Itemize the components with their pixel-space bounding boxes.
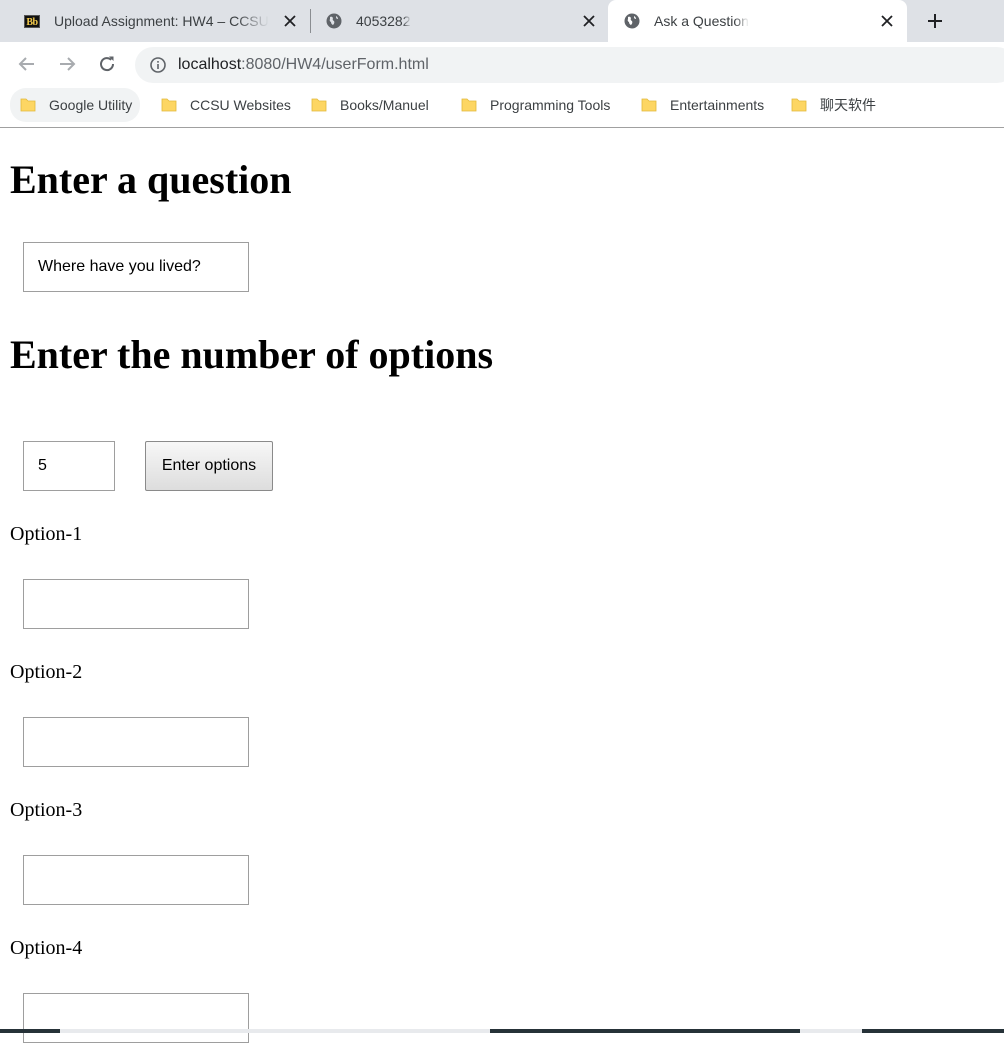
folder-icon bbox=[791, 97, 807, 113]
close-icon[interactable] bbox=[579, 11, 599, 31]
strip-segment bbox=[0, 1029, 60, 1033]
close-icon[interactable] bbox=[280, 11, 300, 31]
bookmark-google-utility[interactable]: Google Utility bbox=[10, 88, 141, 122]
strip-segment bbox=[862, 1029, 1004, 1033]
new-tab-plus-icon[interactable] bbox=[922, 8, 948, 34]
folder-icon bbox=[641, 97, 657, 113]
bookmark-label: Programming Tools bbox=[490, 97, 611, 113]
back-arrow-icon[interactable] bbox=[13, 50, 41, 78]
bookmark-chat-software[interactable]: 聊天软件 bbox=[781, 88, 884, 122]
strip-segment bbox=[490, 1029, 800, 1033]
option-label: Option-2 bbox=[10, 661, 83, 683]
globe-icon bbox=[624, 13, 640, 29]
info-icon[interactable] bbox=[149, 56, 167, 74]
option-input-3[interactable] bbox=[23, 855, 249, 905]
folder-icon bbox=[161, 97, 177, 113]
folder-icon bbox=[20, 97, 36, 113]
tab-separator bbox=[310, 9, 311, 33]
url-host: localhost bbox=[178, 56, 242, 73]
close-icon[interactable] bbox=[877, 11, 897, 31]
reload-icon[interactable] bbox=[93, 50, 121, 78]
folder-icon bbox=[461, 97, 477, 113]
options-count-input[interactable] bbox=[23, 441, 115, 491]
address-bar[interactable]: localhost:8080/HW4/userForm.html bbox=[135, 47, 1004, 83]
bookmark-books-manuel[interactable]: Books/Manuel bbox=[301, 88, 437, 122]
blackboard-icon: Bb bbox=[24, 13, 40, 29]
bookmark-label: Google Utility bbox=[49, 97, 133, 113]
question-heading: Enter a question bbox=[10, 157, 292, 202]
option-label: Option-1 bbox=[10, 523, 83, 545]
bottom-edge-strip bbox=[0, 1029, 1004, 1033]
tab-upload-assignment[interactable]: Bb Upload Assignment: HW4 – CCSU bbox=[14, 0, 314, 42]
url-path: :8080/HW4/userForm.html bbox=[241, 56, 429, 73]
bookmark-label: Books/Manuel bbox=[340, 97, 429, 113]
bookmark-ccsu-websites[interactable]: CCSU Websites bbox=[151, 88, 299, 122]
option-input-4[interactable] bbox=[23, 993, 249, 1043]
option-label: Option-4 bbox=[10, 937, 83, 959]
folder-icon bbox=[311, 97, 327, 113]
tab-4053282[interactable]: 4053282 bbox=[316, 0, 616, 42]
option-label: Option-3 bbox=[10, 799, 83, 821]
bookmarks-bar: Google Utility CCSU Websites Books/Manue… bbox=[0, 87, 1004, 128]
page-content: Enter a question Enter the number of opt… bbox=[0, 128, 1004, 1043]
option-input-2[interactable] bbox=[23, 717, 249, 767]
tab-title: Upload Assignment: HW4 – CCSU bbox=[54, 13, 269, 29]
bookmark-label: 聊天软件 bbox=[820, 97, 876, 113]
question-input[interactable] bbox=[23, 242, 249, 292]
tab-title: 4053282 bbox=[356, 13, 411, 29]
options-heading: Enter the number of options bbox=[10, 332, 494, 377]
enter-options-button[interactable]: Enter options bbox=[145, 441, 273, 491]
bookmark-programming-tools[interactable]: Programming Tools bbox=[451, 88, 618, 122]
tab-title: Ask a Question bbox=[654, 13, 749, 29]
tab-strip: Bb Upload Assignment: HW4 – CCSU 4053282 bbox=[0, 0, 1004, 42]
bookmark-entertainments[interactable]: Entertainments bbox=[631, 88, 772, 122]
tab-ask-a-question[interactable]: Ask a Question bbox=[608, 0, 907, 42]
forward-arrow-icon[interactable] bbox=[53, 50, 81, 78]
browser-toolbar: localhost:8080/HW4/userForm.html bbox=[0, 42, 1004, 87]
globe-icon bbox=[326, 13, 342, 29]
option-input-1[interactable] bbox=[23, 579, 249, 629]
bookmark-label: CCSU Websites bbox=[190, 97, 291, 113]
bookmark-label: Entertainments bbox=[670, 97, 765, 113]
